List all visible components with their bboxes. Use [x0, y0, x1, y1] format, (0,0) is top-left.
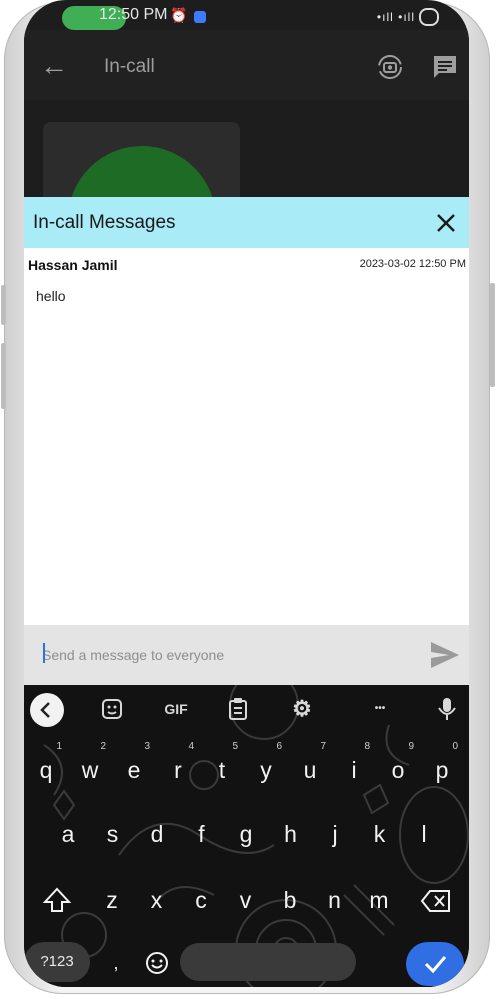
app-bar-title: In-call: [104, 56, 155, 77]
switch-camera-icon[interactable]: [375, 52, 405, 82]
key-number-hint: 2: [100, 741, 106, 752]
key-number-hint: 3: [144, 741, 150, 752]
phone-screen: 12:50 PM ⏰ •ıll •ıll ← In-call In-call M…: [24, 0, 469, 987]
keyboard-toolbar: GIF ⚙ •••: [24, 685, 469, 733]
shift-icon[interactable]: [42, 885, 72, 915]
key-number-hint: 1: [56, 741, 62, 752]
key-d[interactable]: d: [137, 811, 177, 857]
checkmark-icon: [424, 956, 447, 974]
clipboard-icon[interactable]: [224, 695, 252, 723]
key-f[interactable]: f: [182, 811, 222, 857]
notification-icon: [194, 11, 206, 23]
key-x[interactable]: x: [137, 877, 177, 923]
key-y[interactable]: y6: [246, 741, 286, 793]
message-composer: [24, 625, 469, 685]
toolbar-collapse-button[interactable]: [30, 693, 64, 727]
key-b[interactable]: b: [270, 877, 310, 923]
panel-title: In-call Messages: [33, 212, 176, 233]
key-h[interactable]: h: [271, 811, 311, 857]
key-label: y: [260, 757, 272, 783]
status-time: 12:50 PM: [99, 6, 168, 23]
key-e[interactable]: e3: [114, 741, 154, 793]
key-m[interactable]: m: [359, 877, 399, 923]
battery-icon: [419, 8, 439, 26]
key-t[interactable]: t5: [202, 741, 242, 793]
key-c[interactable]: c: [181, 877, 221, 923]
message-timestamp: 2023-03-02 12:50 PM: [359, 258, 466, 270]
key-label: t: [218, 757, 226, 783]
key-p[interactable]: p0: [422, 741, 462, 793]
key-r[interactable]: r4: [158, 741, 198, 793]
key-label: p: [435, 757, 449, 783]
key-label: u: [303, 757, 317, 783]
in-call-messages-panel: In-call Messages Hassan Jamil 2023-03-02…: [24, 197, 469, 685]
key-number-hint: 7: [320, 741, 326, 752]
microphone-icon[interactable]: [433, 695, 461, 723]
key-q[interactable]: q1: [26, 741, 66, 793]
chat-icon[interactable]: [430, 52, 460, 82]
close-icon[interactable]: [433, 210, 459, 236]
app-bar: ← In-call: [24, 30, 469, 100]
key-v[interactable]: v: [226, 877, 266, 923]
volume-button: [1, 343, 6, 409]
enter-key[interactable]: [406, 942, 464, 986]
key-label: q: [39, 757, 53, 783]
panel-header: In-call Messages: [24, 197, 469, 248]
message-input[interactable]: [40, 641, 414, 669]
key-s[interactable]: s: [93, 811, 133, 857]
key-g[interactable]: g: [226, 811, 266, 857]
key-j[interactable]: j: [315, 811, 355, 857]
key-number-hint: 4: [188, 741, 194, 752]
key-u[interactable]: u7: [290, 741, 330, 793]
key-n[interactable]: n: [315, 877, 355, 923]
message-sender: Hassan Jamil: [28, 257, 118, 273]
key-z[interactable]: z: [92, 877, 132, 923]
chevron-left-icon: [40, 702, 50, 718]
key-i[interactable]: i8: [334, 741, 374, 793]
symbols-key[interactable]: ?123: [24, 942, 90, 982]
power-button: [1, 285, 6, 325]
key-k[interactable]: k: [360, 811, 400, 857]
key-number-hint: 5: [232, 741, 238, 752]
message-text: hello: [36, 288, 66, 304]
sticker-icon[interactable]: [98, 695, 126, 723]
comma-key[interactable]: ,: [106, 953, 126, 974]
key-label: o: [391, 757, 405, 783]
key-label: i: [351, 757, 357, 783]
key-number-hint: 8: [364, 741, 370, 752]
key-label: w: [81, 757, 99, 783]
signal-icon: •ıll •ıll: [376, 10, 415, 24]
key-number-hint: 6: [276, 741, 282, 752]
send-icon[interactable]: [429, 640, 461, 670]
arrow-back-icon[interactable]: ←: [40, 52, 68, 80]
gif-button[interactable]: GIF: [160, 695, 192, 723]
key-number-hint: 0: [452, 741, 458, 752]
key-w[interactable]: w2: [70, 741, 110, 793]
gear-icon[interactable]: ⚙: [288, 695, 316, 723]
emoji-icon[interactable]: [144, 950, 170, 976]
text-cursor: [43, 643, 45, 663]
backspace-icon[interactable]: [420, 888, 452, 914]
side-button-right: [490, 283, 495, 387]
key-o[interactable]: o9: [378, 741, 418, 793]
status-bar: 12:50 PM ⏰ •ıll •ıll: [24, 0, 469, 30]
key-l[interactable]: l: [404, 811, 444, 857]
more-options-icon[interactable]: •••: [366, 695, 394, 723]
key-label: e: [127, 757, 141, 783]
space-bar[interactable]: [180, 943, 356, 981]
alarm-icon: ⏰: [170, 7, 188, 23]
key-a[interactable]: a: [48, 811, 88, 857]
key-number-hint: 9: [408, 741, 414, 752]
keyboard: GIF ⚙ ••• q1w2e3r4t5y6u7i8o9p0 asdfghjkl…: [24, 685, 469, 987]
key-label: r: [174, 757, 182, 783]
